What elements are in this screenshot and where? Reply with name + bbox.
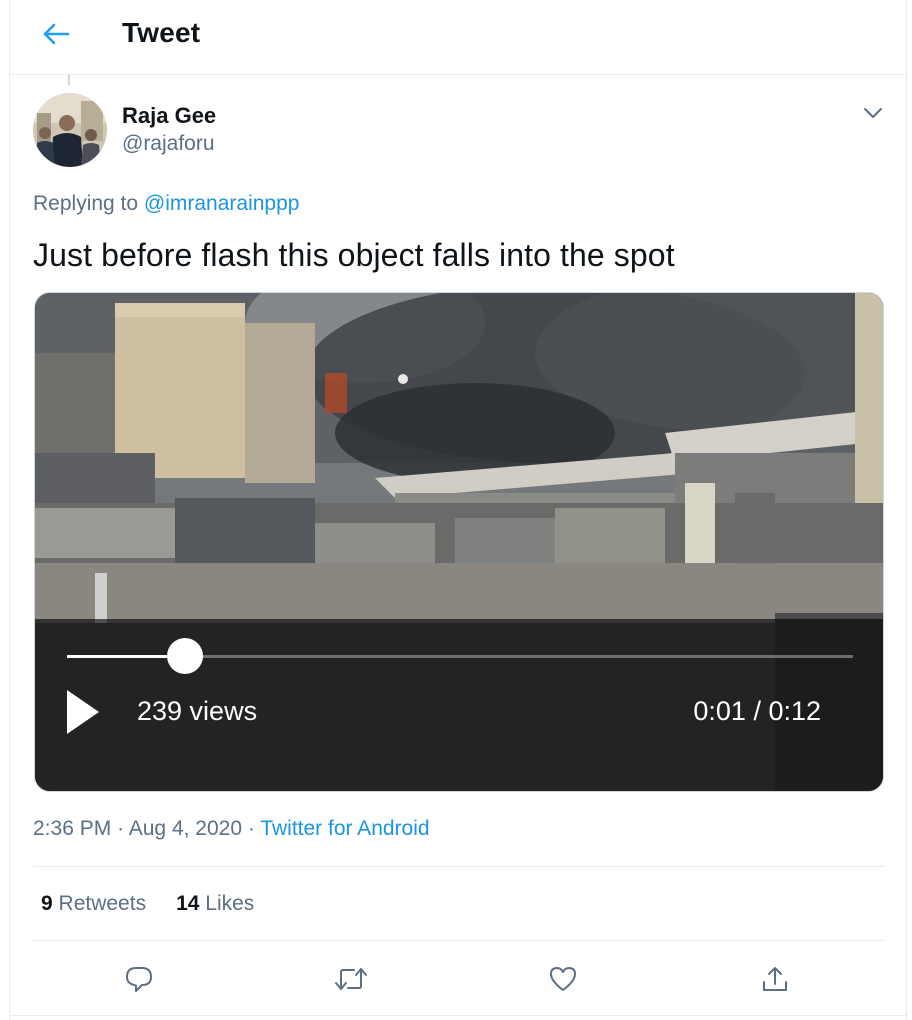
chevron-down-icon [864, 108, 882, 118]
video-scrubber-handle[interactable] [166, 638, 203, 674]
video-controls: 239 views 0:01 / 0:12 [35, 619, 883, 791]
tweet-date[interactable]: Aug 4, 2020 [129, 817, 242, 840]
tweet-meta: 2:36 PM · Aug 4, 2020 · Twitter for Andr… [33, 817, 430, 841]
tweet-text: Just before flash this object falls into… [33, 237, 675, 273]
author-handle[interactable]: @rajaforu [122, 132, 215, 156]
page-header: Tweet [10, 0, 906, 75]
replying-to-link[interactable]: @imranarainppp [144, 192, 300, 215]
arrow-left-icon [43, 23, 70, 45]
video-time: 0:01 / 0:12 [693, 696, 821, 726]
retweet-button[interactable] [328, 956, 374, 1002]
replying-prefix: Replying to [33, 192, 139, 215]
likes-count: 14 [176, 892, 200, 915]
tweet-source-link[interactable]: Twitter for Android [260, 817, 429, 840]
avatar-image [33, 93, 107, 167]
author-display-name[interactable]: Raja Gee [122, 103, 216, 129]
divider [33, 940, 884, 941]
back-button[interactable] [34, 14, 78, 54]
reply-icon [126, 967, 152, 992]
retweets-count: 9 [41, 892, 53, 915]
tweet-page: Tweet Raja Gee @rajaforu Replying to @im… [9, 0, 907, 1020]
retweets-label: Retweets [58, 892, 147, 915]
video-progress-bar[interactable] [67, 638, 853, 674]
tweet-time[interactable]: 2:36 PM [33, 817, 111, 840]
replying-to: Replying to @imranarainppp [33, 192, 299, 216]
divider [33, 866, 884, 867]
likes-stat[interactable]: 14 Likes [176, 892, 254, 916]
reply-button[interactable] [116, 956, 162, 1002]
divider [10, 1015, 906, 1016]
avatar[interactable] [33, 93, 107, 167]
like-icon [550, 967, 576, 991]
share-button[interactable] [752, 956, 798, 1002]
likes-label: Likes [205, 892, 255, 915]
tweet-stats: 9 Retweets 14 Likes [41, 892, 254, 916]
page-title: Tweet [122, 17, 201, 48]
video-player[interactable]: 239 views 0:01 / 0:12 [34, 292, 884, 792]
tweet-action-bar [10, 956, 906, 1002]
more-options-button[interactable] [858, 98, 888, 128]
like-button[interactable] [540, 956, 586, 1002]
thread-line [68, 75, 70, 85]
share-icon [763, 967, 787, 991]
retweets-stat[interactable]: 9 Retweets [41, 892, 146, 916]
retweet-icon [335, 968, 367, 990]
meta-separator-2: · [247, 817, 255, 840]
play-icon [67, 690, 99, 734]
video-view-count: 239 views [137, 696, 258, 726]
meta-separator: · [117, 817, 125, 840]
play-button[interactable] [59, 687, 109, 737]
